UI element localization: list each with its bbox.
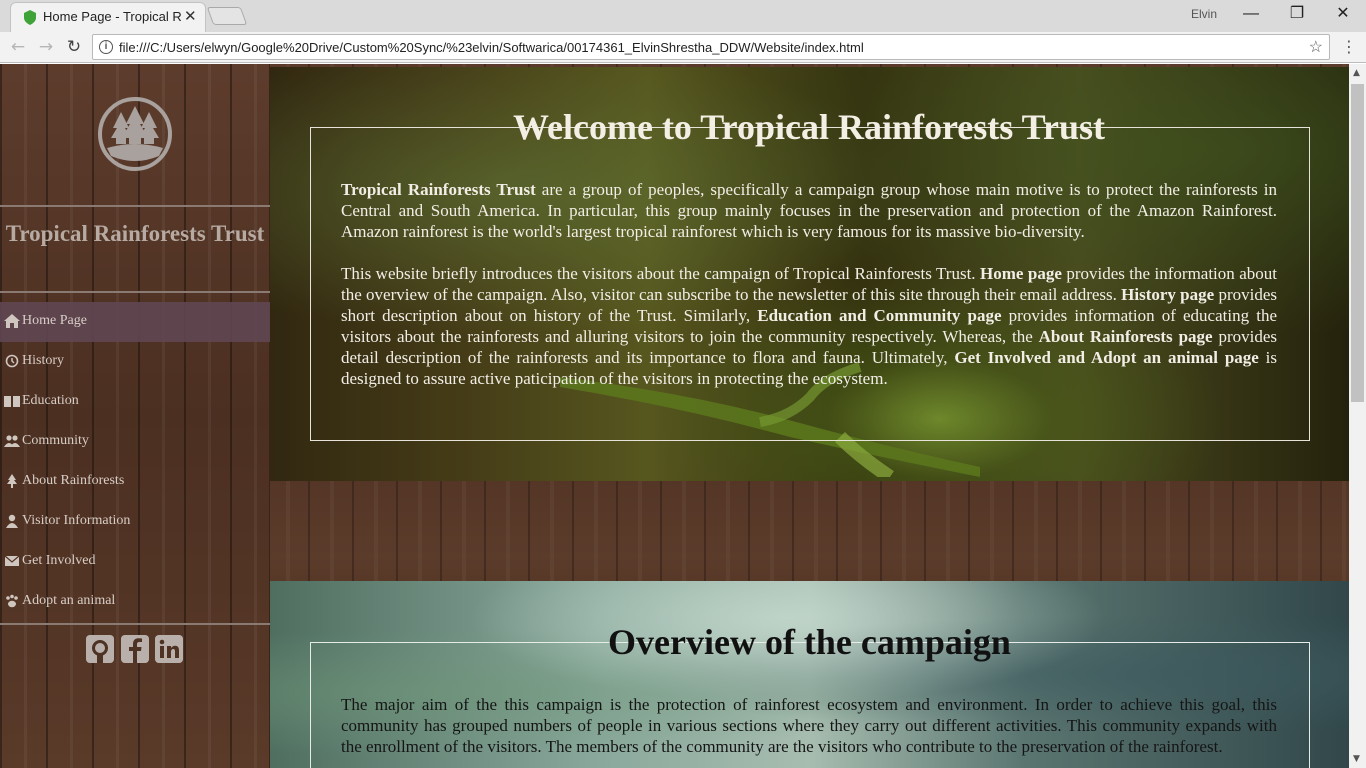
sidebar-item-label: About Rainforests — [22, 473, 125, 488]
scroll-up-arrow-icon[interactable]: ▲ — [1353, 68, 1360, 78]
restore-button[interactable]: ❐ — [1274, 3, 1320, 27]
sidebar-nav: Home Page History Education Community Ab… — [0, 302, 270, 622]
browser-toolbar: ← → ↻ i file:///C:/Users/elwyn/Google%20… — [0, 32, 1366, 63]
forward-icon[interactable]: → — [34, 36, 58, 58]
url-text[interactable]: file:///C:/Users/elwyn/Google%20Drive/Cu… — [119, 40, 864, 55]
reload-icon[interactable]: ↻ — [62, 36, 86, 58]
page-viewport: Tropical Rainforests Trust Home Page His… — [0, 64, 1349, 768]
envelope-icon — [4, 555, 20, 566]
minimize-button[interactable]: — — [1228, 3, 1274, 27]
facebook-icon[interactable] — [121, 635, 149, 663]
sidebar-item-get-involved[interactable]: Get Involved — [0, 542, 270, 582]
welcome-bold-history-page: History page — [1121, 285, 1215, 304]
users-icon — [4, 435, 20, 447]
sidebar: Tropical Rainforests Trust Home Page His… — [0, 64, 270, 768]
new-tab-button[interactable] — [206, 7, 248, 25]
scrollbar-thumb[interactable] — [1351, 84, 1364, 402]
scroll-down-arrow-icon[interactable]: ▼ — [1353, 754, 1360, 764]
sidebar-item-education[interactable]: Education — [0, 382, 270, 422]
browser-title-bar: Home Page - Tropical Rainforests Trust ✕… — [0, 0, 1366, 32]
social-links — [86, 635, 186, 665]
user-icon — [6, 514, 18, 528]
welcome-bold-home-page: Home page — [980, 264, 1062, 283]
close-window-button[interactable]: ✕ — [1320, 3, 1366, 27]
welcome-paragraph-1: Tropical Rainforests Trust are a group o… — [341, 179, 1277, 242]
tree-icon — [7, 474, 17, 488]
sidebar-item-label: Community — [22, 433, 89, 448]
shield-favicon-icon — [24, 10, 36, 25]
address-bar[interactable]: i file:///C:/Users/elwyn/Google%20Drive/… — [92, 34, 1330, 60]
sidebar-divider — [0, 623, 270, 625]
sidebar-item-visitor-information[interactable]: Visitor Information — [0, 502, 270, 542]
sidebar-item-label: History — [22, 353, 64, 368]
sidebar-divider — [0, 205, 270, 207]
tab-close-icon[interactable]: ✕ — [184, 7, 197, 25]
welcome-bold-education-page: Education and Community page — [757, 306, 1002, 325]
sidebar-item-label: Education — [22, 393, 79, 408]
sidebar-item-adopt-an-animal[interactable]: Adopt an animal — [0, 582, 270, 622]
sidebar-item-label: Adopt an animal — [22, 593, 116, 608]
paw-icon — [6, 594, 18, 608]
history-icon — [5, 354, 19, 368]
wood-plank-divider — [270, 481, 1349, 581]
welcome-bold-about-page: About Rainforests page — [1038, 327, 1213, 346]
overview-title: Overview of the campaign — [608, 622, 1011, 662]
linkedin-icon[interactable] — [155, 635, 183, 663]
sidebar-item-community[interactable]: Community — [0, 422, 270, 462]
sidebar-item-about-rainforests[interactable]: About Rainforests — [0, 462, 270, 502]
browser-tab[interactable]: Home Page - Tropical Rainforests Trust ✕ — [10, 2, 206, 32]
browser-menu-icon[interactable]: ⋮ — [1340, 36, 1358, 58]
welcome-bold-get-involved-page: Get Involved and Adopt an animal page — [954, 348, 1259, 367]
tab-title: Home Page - Tropical Rainforests Trust — [43, 9, 181, 24]
sidebar-item-label: Home Page — [22, 313, 87, 328]
book-icon — [4, 396, 20, 407]
welcome-p2-text: This website briefly introduces the visi… — [341, 264, 980, 283]
sidebar-divider — [0, 291, 270, 293]
bookmark-star-icon[interactable]: ☆ — [1309, 37, 1323, 57]
pine-trees-logo-icon[interactable] — [97, 96, 173, 172]
welcome-section: Welcome to Tropical Rainforests Trust Tr… — [270, 67, 1349, 481]
site-name[interactable]: Tropical Rainforests Trust — [0, 220, 270, 247]
overview-paragraph: The major aim of the this campaign is th… — [341, 695, 1277, 756]
sidebar-item-label: Visitor Information — [22, 513, 131, 528]
sidebar-item-label: Get Involved — [22, 553, 96, 568]
profile-name[interactable]: Elvin — [1180, 7, 1228, 23]
sidebar-item-home-page[interactable]: Home Page — [0, 302, 270, 342]
overview-section: Overview of the campaign The major aim o… — [270, 581, 1349, 768]
page-info-icon[interactable]: i — [99, 40, 113, 54]
home-icon — [4, 314, 20, 328]
welcome-paragraph-2: This website briefly introduces the visi… — [341, 263, 1277, 389]
back-icon[interactable]: ← — [6, 36, 30, 58]
github-icon[interactable] — [86, 635, 114, 663]
welcome-title: Welcome to Tropical Rainforests Trust — [509, 107, 1109, 147]
vertical-scrollbar[interactable]: ▲ ▼ — [1349, 64, 1366, 768]
sidebar-item-history[interactable]: History — [0, 342, 270, 382]
welcome-bold-trust: Tropical Rainforests Trust — [341, 180, 536, 199]
